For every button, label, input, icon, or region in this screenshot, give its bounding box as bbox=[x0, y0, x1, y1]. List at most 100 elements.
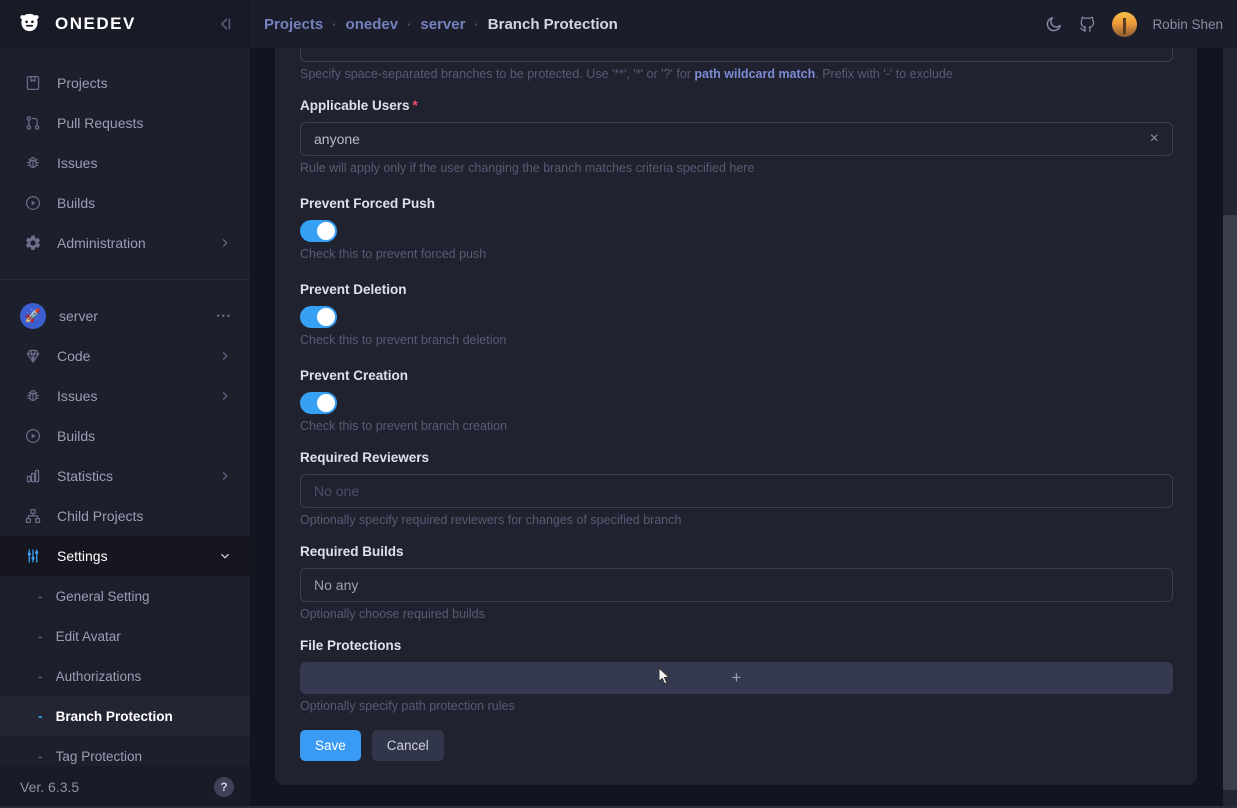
clear-icon[interactable]: × bbox=[1150, 131, 1159, 147]
chevron-right-icon bbox=[218, 236, 232, 250]
sidebar-item-label: Builds bbox=[57, 428, 95, 444]
gear-icon bbox=[24, 234, 42, 252]
applicable-users-value: anyone bbox=[314, 131, 1150, 147]
sidebar-item-label: Pull Requests bbox=[57, 115, 143, 131]
breadcrumb-separator: · bbox=[332, 17, 336, 32]
file-protections-hint: Optionally specify path protection rules bbox=[300, 699, 1173, 714]
sidebar-item-settings[interactable]: Settings bbox=[0, 536, 250, 576]
subitem-label: Tag Protection bbox=[56, 749, 142, 764]
required-builds-hint: Optionally choose required builds bbox=[300, 607, 1173, 622]
user-name[interactable]: Robin Shen bbox=[1152, 17, 1223, 32]
required-reviewers-label: Required Reviewers bbox=[300, 450, 1173, 466]
branches-hint: Specify space-separated branches to be p… bbox=[300, 67, 1173, 82]
subitem-dash: - bbox=[38, 708, 43, 724]
add-file-protection-button[interactable]: + bbox=[300, 662, 1173, 694]
sidebar-item-label: Projects bbox=[57, 75, 108, 91]
hint-text: Specify space-separated branches to be p… bbox=[300, 67, 694, 81]
sidebar-item-label: Builds bbox=[57, 195, 95, 211]
required-reviewers-input[interactable] bbox=[300, 474, 1173, 508]
project-avatar: 🚀 bbox=[20, 303, 46, 329]
sidebar-item-label: Statistics bbox=[57, 468, 113, 484]
required-builds-label: Required Builds bbox=[300, 544, 1173, 560]
breadcrumb: Projects · onedev · server · Branch Prot… bbox=[264, 16, 618, 33]
sidebar-item-label: Settings bbox=[57, 548, 108, 564]
sidebar-item-administration[interactable]: Administration bbox=[0, 223, 250, 263]
sidebar-item-label: Issues bbox=[57, 155, 97, 171]
subitem-label: Edit Avatar bbox=[56, 629, 121, 644]
prevent-creation-hint: Check this to prevent branch creation bbox=[300, 419, 1173, 434]
dark-mode-moon-icon[interactable] bbox=[1044, 15, 1063, 34]
help-icon[interactable]: ? bbox=[214, 777, 234, 797]
applicable-users-input[interactable]: anyone × bbox=[300, 122, 1173, 156]
applicable-users-hint: Rule will apply only if the user changin… bbox=[300, 161, 1173, 176]
bug-icon bbox=[24, 154, 42, 172]
prevent-deletion-hint: Check this to prevent branch deletion bbox=[300, 333, 1173, 348]
page-title: Branch Protection bbox=[488, 16, 618, 33]
github-icon[interactable] bbox=[1078, 15, 1097, 34]
user-avatar[interactable] bbox=[1112, 12, 1137, 37]
sidebar-subitem-branch-protection[interactable]: - Branch Protection bbox=[0, 696, 250, 736]
breadcrumb-onedev[interactable]: onedev bbox=[346, 16, 399, 33]
prevent-creation-label: Prevent Creation bbox=[300, 368, 1173, 384]
brand-name: ONEDEV bbox=[55, 14, 214, 34]
prevent-forced-push-label: Prevent Forced Push bbox=[300, 196, 1173, 212]
sidebar-item-child-projects[interactable]: Child Projects bbox=[0, 496, 250, 536]
sidebar-item-projects[interactable]: Projects bbox=[0, 63, 250, 103]
current-project-row[interactable]: 🚀 server ••• bbox=[0, 296, 250, 336]
branch-protection-form: Specify space-separated branches to be p… bbox=[275, 48, 1197, 785]
hint-text: . Prefix with '-' to exclude bbox=[815, 67, 952, 81]
sidebar-item-project-builds[interactable]: Builds bbox=[0, 416, 250, 456]
sidebar-item-label: Administration bbox=[57, 235, 146, 251]
path-wildcard-link[interactable]: path wildcard match bbox=[694, 67, 815, 81]
sidebar-item-label: Child Projects bbox=[57, 508, 143, 524]
form-actions: Save Cancel bbox=[300, 730, 1173, 761]
sidebar-item-issues[interactable]: Issues bbox=[0, 143, 250, 183]
required-reviewers-hint: Optionally specify required reviewers fo… bbox=[300, 513, 1173, 528]
play-circle-icon bbox=[24, 194, 42, 212]
save-button[interactable]: Save bbox=[300, 730, 361, 761]
chevron-right-icon bbox=[218, 389, 232, 403]
chevron-right-icon bbox=[218, 349, 232, 363]
sliders-icon bbox=[24, 547, 42, 565]
required-asterisk: * bbox=[413, 98, 418, 113]
breadcrumb-separator: · bbox=[474, 17, 478, 32]
subitem-label: Authorizations bbox=[56, 669, 142, 684]
subitem-dash: - bbox=[38, 588, 43, 604]
sidebar-subitem-general-setting[interactable]: - General Setting bbox=[0, 576, 250, 616]
project-name: server bbox=[59, 308, 98, 324]
sidebar-item-project-issues[interactable]: Issues bbox=[0, 376, 250, 416]
sidebar-subitem-edit-avatar[interactable]: - Edit Avatar bbox=[0, 616, 250, 656]
chevron-right-icon bbox=[218, 469, 232, 483]
required-builds-input[interactable] bbox=[300, 568, 1173, 602]
more-options-icon[interactable]: ••• bbox=[217, 311, 232, 321]
topbar-actions: Robin Shen bbox=[1044, 12, 1223, 37]
chevron-down-icon bbox=[218, 549, 232, 563]
sidebar-item-pull-requests[interactable]: Pull Requests bbox=[0, 103, 250, 143]
prevent-creation-toggle[interactable] bbox=[300, 392, 337, 414]
subitem-dash: - bbox=[38, 748, 43, 764]
sidebar-item-label: Code bbox=[57, 348, 90, 364]
sidebar-subitem-authorizations[interactable]: - Authorizations bbox=[0, 656, 250, 696]
bug-icon bbox=[24, 387, 42, 405]
breadcrumb-projects[interactable]: Projects bbox=[264, 16, 323, 33]
scrollbar-thumb[interactable] bbox=[1223, 215, 1237, 790]
prevent-deletion-toggle[interactable] bbox=[300, 306, 337, 328]
sidebar-item-statistics[interactable]: Statistics bbox=[0, 456, 250, 496]
subitem-dash: - bbox=[38, 628, 43, 644]
hierarchy-icon bbox=[24, 507, 42, 525]
sidebar-item-code[interactable]: Code bbox=[0, 336, 250, 376]
breadcrumb-server[interactable]: server bbox=[420, 16, 465, 33]
onedev-logo-icon[interactable] bbox=[16, 11, 43, 38]
file-protections-label: File Protections bbox=[300, 638, 1173, 654]
sidebar-collapse-icon[interactable] bbox=[214, 13, 236, 35]
plus-icon: + bbox=[732, 668, 742, 688]
sidebar-footer: Ver. 6.3.5 ? bbox=[0, 766, 250, 808]
cancel-button[interactable]: Cancel bbox=[372, 730, 444, 761]
bar-chart-icon bbox=[24, 467, 42, 485]
sidebar-item-label: Issues bbox=[57, 388, 97, 404]
prevent-forced-push-toggle[interactable] bbox=[300, 220, 337, 242]
code-gem-icon bbox=[24, 347, 42, 365]
branches-input-cutoff[interactable] bbox=[300, 48, 1173, 62]
subitem-label: General Setting bbox=[56, 589, 150, 604]
sidebar-item-builds[interactable]: Builds bbox=[0, 183, 250, 223]
